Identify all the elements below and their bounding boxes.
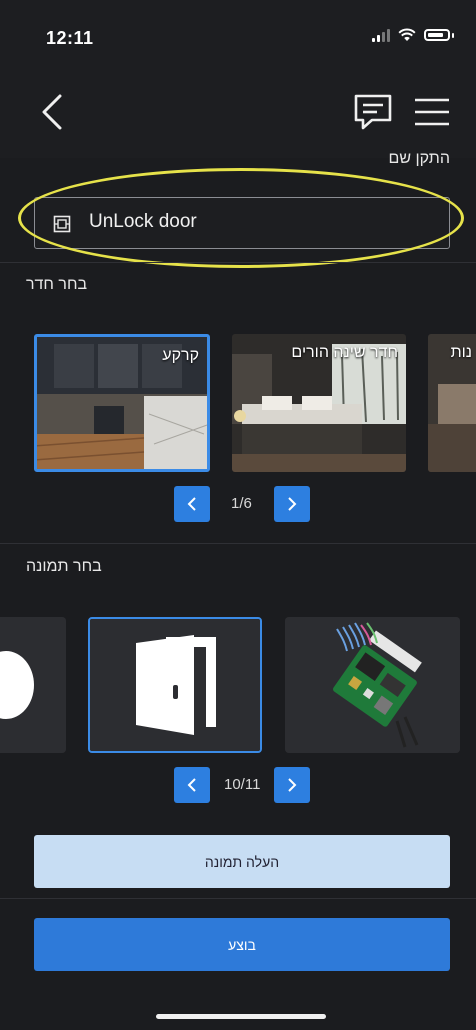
divider (0, 543, 476, 544)
chevron-right-icon (288, 778, 297, 792)
divider (0, 262, 476, 263)
door-icon (90, 619, 260, 751)
room-name-kitchen: קרקע (162, 347, 199, 364)
room-card-master-bedroom[interactable]: חדר שינה הורים (232, 334, 406, 472)
device-name-field[interactable]: UnLock door (34, 197, 450, 249)
image-option-door[interactable] (88, 617, 262, 753)
room-prev-button[interactable] (174, 486, 210, 522)
chevron-right-icon (288, 497, 297, 511)
room-name-partial: נות (450, 344, 472, 361)
divider (0, 898, 476, 899)
status-time: 12:11 (46, 28, 94, 48)
battery-cap (452, 32, 454, 38)
chat-icon[interactable] (352, 92, 394, 132)
wifi-icon (398, 28, 416, 41)
room-page-indicator: 1/6 (231, 495, 252, 512)
device-name-text: UnLock door (89, 211, 197, 232)
status-icons (372, 28, 454, 42)
device-icon (53, 215, 71, 233)
battery-icon (424, 29, 450, 41)
chevron-left-icon (187, 497, 196, 511)
status-bar: 12:11 (0, 0, 476, 72)
image-next-button[interactable] (274, 767, 310, 803)
home-indicator (156, 1014, 326, 1019)
back-arrow-icon[interactable] (36, 92, 72, 132)
circuit-board-image (285, 617, 460, 753)
room-section-label: בחר חדר (26, 276, 88, 293)
room-name-master-bedroom: חדר שינה הורים (291, 344, 398, 361)
image-section-label: בחר תמונה (26, 558, 102, 575)
chevron-left-icon (187, 778, 196, 792)
room-next-button[interactable] (274, 486, 310, 522)
device-section-label: התקן שם (388, 150, 450, 166)
execute-button[interactable]: בוצע (34, 918, 450, 971)
image-option-partial[interactable] (0, 617, 66, 753)
hamburger-menu-icon[interactable] (412, 94, 452, 130)
app-header (0, 72, 476, 158)
circle-shape-image (0, 617, 66, 753)
upload-image-button[interactable]: העלה תמונה (34, 835, 450, 888)
image-option-circuit-board[interactable] (285, 617, 460, 753)
image-page-indicator: 10/11 (224, 776, 261, 793)
room-card-partial[interactable]: נות (428, 334, 476, 472)
image-prev-button[interactable] (174, 767, 210, 803)
signal-icon (372, 28, 390, 42)
room-card-kitchen[interactable]: קרקע (34, 334, 210, 472)
